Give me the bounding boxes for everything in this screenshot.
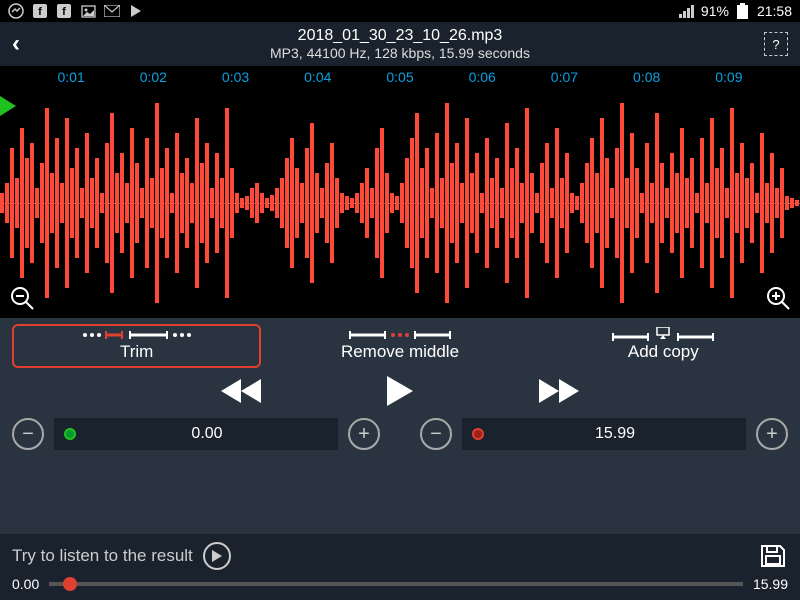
fast-forward-button[interactable] [537, 374, 581, 408]
time-tick: 0:06 [441, 69, 523, 85]
waveform-display[interactable] [0, 88, 800, 318]
remove-middle-icon [281, 328, 518, 342]
time-tick: 0:09 [688, 69, 770, 85]
preview-progress-thumb[interactable] [63, 577, 77, 591]
time-tick: 0:04 [277, 69, 359, 85]
start-marker-value: 0.00 [86, 425, 328, 443]
preview-duration: 15.99 [753, 576, 788, 592]
start-marker-increment-button[interactable]: + [348, 418, 380, 450]
end-marker-increment-button[interactable]: + [756, 418, 788, 450]
remove-middle-button[interactable]: Remove middle [275, 324, 524, 368]
battery-percentage: 91% [701, 3, 729, 19]
battery-icon [735, 3, 751, 19]
play-button[interactable] [383, 374, 417, 408]
gmail-icon [104, 3, 120, 19]
facebook-icon: f [56, 3, 72, 19]
back-button[interactable]: ‹ [12, 30, 42, 58]
controls-panel: Trim Remove middle Add copy − [0, 318, 800, 460]
file-info: MP3, 44100 Hz, 128 kbps, 15.99 seconds [270, 45, 530, 61]
play-store-icon [128, 3, 144, 19]
rewind-button[interactable] [219, 374, 263, 408]
status-bar: f f 91% 21:58 [0, 0, 800, 22]
start-marker-dot-icon [64, 428, 76, 440]
add-copy-icon [545, 328, 782, 342]
preview-progress-bar[interactable] [49, 582, 743, 586]
file-title: 2018_01_30_23_10_26.mp3 [270, 27, 530, 45]
preview-position: 0.00 [12, 576, 39, 592]
time-tick: 0:01 [30, 69, 112, 85]
time-tick: 0:08 [606, 69, 688, 85]
image-icon [80, 3, 96, 19]
end-marker-field[interactable]: 15.99 [462, 418, 746, 450]
trim-icon [18, 328, 255, 342]
trim-button[interactable]: Trim [12, 324, 261, 368]
preview-text: Try to listen to the result [12, 546, 193, 566]
zoom-in-button[interactable] [764, 284, 792, 312]
svg-text:f: f [38, 6, 42, 18]
zoom-out-button[interactable] [8, 284, 36, 312]
facebook-icon: f [32, 3, 48, 19]
start-marker-decrement-button[interactable]: − [12, 418, 44, 450]
app-header: ‹ 2018_01_30_23_10_26.mp3 MP3, 44100 Hz,… [0, 22, 800, 66]
save-button[interactable] [758, 543, 788, 569]
time-tick: 0:02 [112, 69, 194, 85]
end-marker-decrement-button[interactable]: − [420, 418, 452, 450]
preview-play-button[interactable] [203, 542, 231, 570]
end-marker-dot-icon [472, 428, 484, 440]
messenger-icon [8, 3, 24, 19]
time-ruler: 0:01 0:02 0:03 0:04 0:05 0:06 0:07 0:08 … [0, 66, 800, 88]
time-tick: 0:05 [359, 69, 441, 85]
preview-footer: Try to listen to the result 0.00 15.99 [0, 534, 800, 600]
signal-icon [679, 3, 695, 19]
start-marker-field[interactable]: 0.00 [54, 418, 338, 450]
help-button[interactable]: ? [764, 32, 788, 56]
remove-middle-label: Remove middle [281, 342, 518, 362]
trim-label: Trim [18, 342, 255, 362]
playhead-marker-icon[interactable] [0, 96, 16, 116]
waveform-svg [0, 88, 800, 318]
svg-text:f: f [62, 6, 66, 18]
end-marker-value: 15.99 [494, 425, 736, 443]
add-copy-button[interactable]: Add copy [539, 324, 788, 368]
time-tick: 0:07 [523, 69, 605, 85]
time-tick: 0:03 [194, 69, 276, 85]
add-copy-label: Add copy [545, 342, 782, 362]
clock-text: 21:58 [757, 3, 792, 19]
